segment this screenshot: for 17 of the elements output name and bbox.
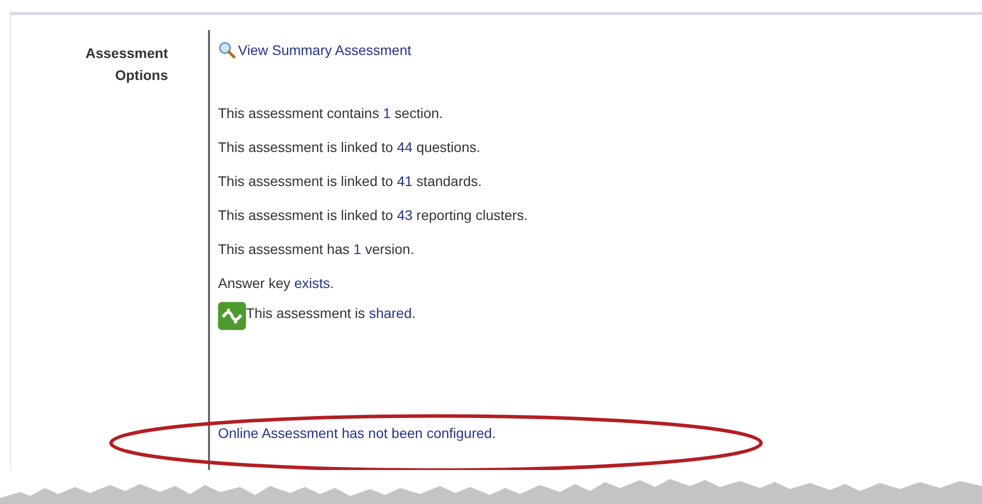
view-summary-link[interactable]: View Summary Assessment <box>218 40 412 60</box>
info-sentence: Answer key exists. <box>218 274 334 293</box>
info-sentence: This assessment contains 1 section. <box>218 104 443 122</box>
shared-link[interactable]: shared. <box>368 304 416 320</box>
info-sentence: This assessment is linked to 44 questions. <box>218 138 480 157</box>
info-sentence: This assessment is shared. <box>246 304 416 322</box>
count-link[interactable]: exists. <box>294 274 334 290</box>
section-label: Assessment Options <box>84 44 168 85</box>
count-link[interactable]: 1 <box>353 240 362 256</box>
configure-link[interactable]: Online Assessment has not been configured. <box>218 422 496 444</box>
info-sentence: This assessment is linked to 41 standards. <box>218 172 482 190</box>
info-sentence: This assessment has 1 version. <box>218 240 414 258</box>
count-link[interactable]: 44 <box>396 138 413 154</box>
info-sentence: This assessment is linked to 43 reporting clusters. <box>218 206 528 225</box>
count-link[interactable]: 1 <box>382 104 391 120</box>
count-link[interactable]: 41 <box>396 172 413 188</box>
count-link[interactable]: 43 <box>396 206 413 222</box>
